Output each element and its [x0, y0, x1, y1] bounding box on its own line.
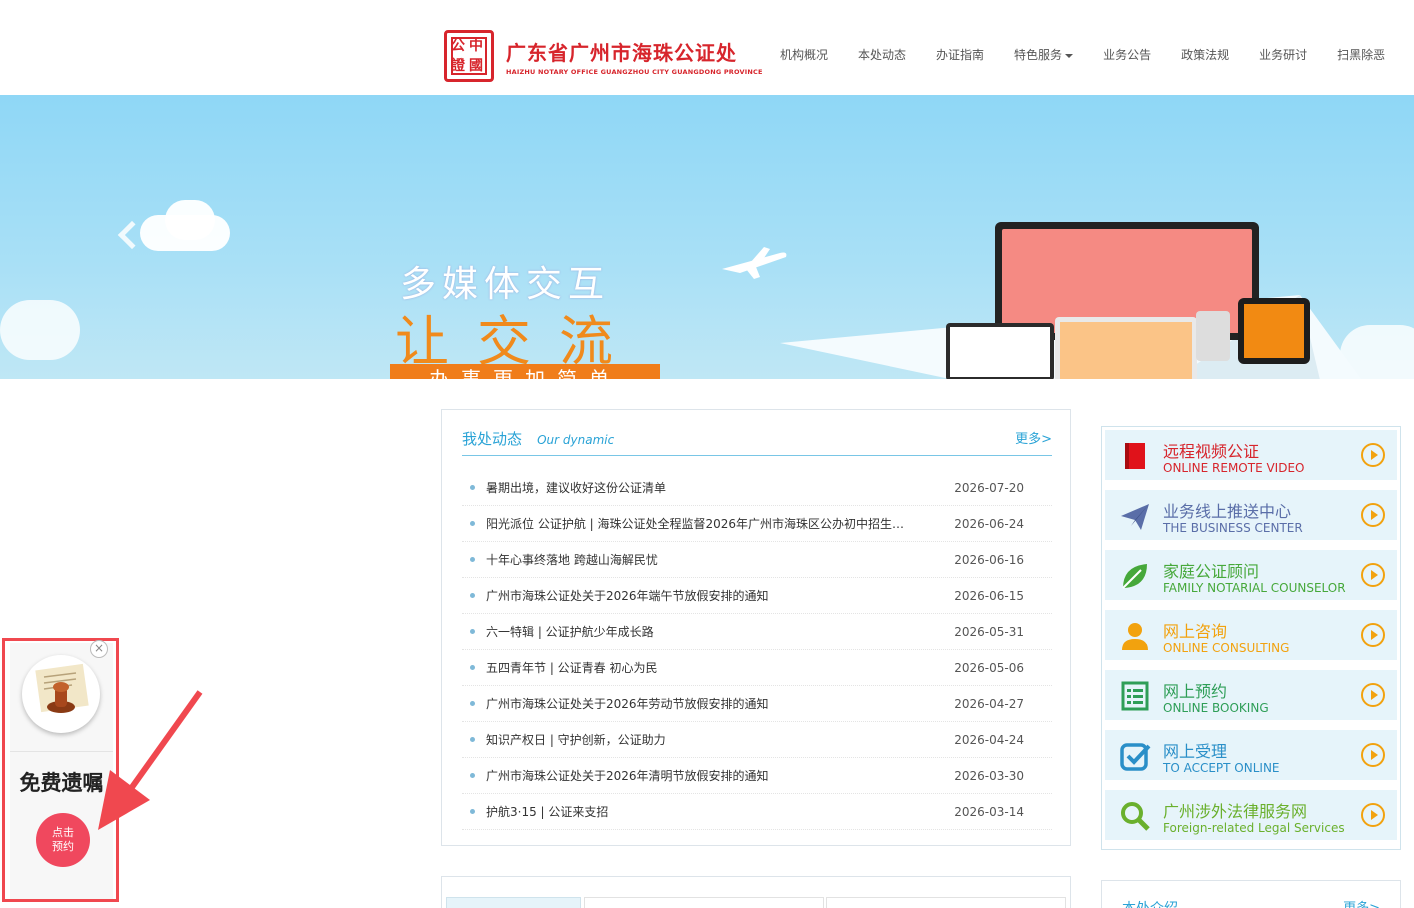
- play-circle-icon: [1361, 563, 1385, 587]
- play-circle-icon: [1361, 503, 1385, 527]
- news-header: 我处动态 Our dynamic 更多>: [462, 428, 1052, 456]
- nav-item-announcements[interactable]: 业务公告: [1103, 46, 1151, 63]
- bullet-icon: [470, 809, 475, 814]
- caret-down-icon: [1065, 53, 1074, 58]
- play-circle-icon: [1361, 743, 1385, 767]
- intro-more-link[interactable]: 更多>: [1343, 897, 1380, 908]
- seal-logo-icon: 中 國 公 證: [444, 30, 494, 82]
- bottom-tab-2[interactable]: [584, 897, 824, 908]
- news-panel: 我处动态 Our dynamic 更多> 暑期出境，建议收好这份公证清单 2026…: [441, 409, 1071, 846]
- close-icon[interactable]: ×: [90, 640, 108, 658]
- intro-panel: 本处介绍 更多>: [1101, 880, 1401, 908]
- will-document-icon: [22, 655, 100, 733]
- news-item[interactable]: 六一特辑 | 公证护航少年成长路 2026-05-31: [462, 614, 1052, 650]
- news-item[interactable]: 护航3·15 | 公证来支招 2026-03-14: [462, 794, 1052, 830]
- main-nav: 机构概况 本处动态 办证指南 特色服务 业务公告 政策法规 业务研讨 扫黑除恶: [780, 46, 1414, 63]
- service-family-counselor[interactable]: 家庭公证顾问 FAMILY NOTARIAL COUNSELOR: [1105, 550, 1397, 600]
- news-subtitle: Our dynamic: [537, 433, 615, 447]
- service-online-consulting[interactable]: 网上咨询 ONLINE CONSULTING: [1105, 610, 1397, 660]
- laptop-graphic: [946, 323, 1054, 379]
- bullet-icon: [470, 665, 475, 670]
- nav-item-research[interactable]: 业务研讨: [1259, 46, 1307, 63]
- nav-item-overview[interactable]: 机构概况: [780, 46, 828, 63]
- book-icon: [1125, 443, 1145, 469]
- logo-title: 广东省广州市海珠公证处: [506, 40, 737, 65]
- site-header: 中 國 公 證 广东省广州市海珠公证处 HAIZHU NOTARY OFFICE…: [0, 0, 1414, 95]
- play-circle-icon: [1361, 443, 1385, 467]
- book-appointment-button[interactable]: 点击 预约: [36, 813, 90, 867]
- news-more-link[interactable]: 更多>: [1015, 428, 1052, 447]
- checkbox-icon: [1120, 743, 1151, 771]
- phone-graphic: [1196, 311, 1230, 361]
- nav-item-guide[interactable]: 办证指南: [936, 46, 984, 63]
- tablet-graphic: [1238, 298, 1310, 364]
- news-item[interactable]: 暑期出境，建议收好这份公证清单 2026-07-20: [462, 470, 1052, 506]
- nav-item-services[interactable]: 特色服务: [1014, 46, 1074, 63]
- intro-title: 本处介绍: [1122, 898, 1178, 908]
- news-list: 暑期出境，建议收好这份公证清单 2026-07-20 阳光派位 公证护航 | 海珠…: [462, 470, 1052, 830]
- news-item[interactable]: 十年心事终落地 跨越山海解民忧 2026-06-16: [462, 542, 1052, 578]
- bullet-icon: [470, 701, 475, 706]
- leaf-icon: [1122, 564, 1147, 589]
- bullet-icon: [470, 737, 475, 742]
- search-icon: [1121, 802, 1150, 831]
- logo-subtitle: HAIZHU NOTARY OFFICE GUANGZHOU CITY GUAN…: [506, 67, 763, 76]
- service-foreign-legal[interactable]: 广州涉外法律服务网 Foreign-related Legal Services: [1105, 790, 1397, 840]
- news-item[interactable]: 广州市海珠公证处关于2026年劳动节放假安排的通知 2026-04-27: [462, 686, 1052, 722]
- play-circle-icon: [1361, 623, 1385, 647]
- banner-tagline: 办事更加简单: [390, 364, 660, 379]
- news-item[interactable]: 五四青年节 | 公证青春 初心为民 2026-05-06: [462, 650, 1052, 686]
- news-item[interactable]: 广州市海珠公证处关于2026年清明节放假安排的通知 2026-03-30: [462, 758, 1052, 794]
- bullet-icon: [470, 521, 475, 526]
- nav-item-policy[interactable]: 政策法规: [1181, 46, 1229, 63]
- play-circle-icon: [1361, 683, 1385, 707]
- service-business-center[interactable]: 业务线上推送中心 THE BUSINESS CENTER: [1105, 490, 1397, 540]
- airplane-icon: [722, 247, 787, 279]
- news-title: 我处动态: [462, 430, 523, 448]
- bullet-icon: [470, 593, 475, 598]
- news-item[interactable]: 广州市海珠公证处关于2026年端午节放假安排的通知 2026-06-15: [462, 578, 1052, 614]
- service-accept-online[interactable]: 网上受理 TO ACCEPT ONLINE: [1105, 730, 1397, 780]
- cloud-decoration: [165, 200, 215, 240]
- service-online-booking[interactable]: 网上预约 ONLINE BOOKING: [1105, 670, 1397, 720]
- news-item[interactable]: 阳光派位 公证护航 | 海珠公证处全程监督2026年广州市海珠区公办初中招生 .…: [462, 506, 1052, 542]
- nav-item-news[interactable]: 本处动态: [858, 46, 906, 63]
- news-item[interactable]: 知识产权日 | 守护创新，公证助力 2026-04-24: [462, 722, 1052, 758]
- service-remote-video[interactable]: 远程视频公证 ONLINE REMOTE VIDEO: [1105, 430, 1397, 480]
- bottom-tabs-panel: [441, 876, 1071, 908]
- bottom-tab-3[interactable]: [826, 897, 1066, 908]
- nav-item-anti-crime[interactable]: 扫黑除恶: [1337, 46, 1385, 63]
- bottom-tab-1[interactable]: [446, 897, 581, 908]
- desktop-graphic: [1055, 317, 1197, 379]
- list-icon: [1121, 681, 1149, 711]
- site-logo[interactable]: 中 國 公 證 广东省广州市海珠公证处 HAIZHU NOTARY OFFICE…: [444, 30, 763, 82]
- bullet-icon: [470, 557, 475, 562]
- user-icon: [1122, 623, 1148, 650]
- arrow-annotation-icon: [98, 690, 203, 830]
- paper-plane-icon: [1121, 504, 1149, 530]
- bullet-icon: [470, 629, 475, 634]
- bullet-icon: [470, 485, 475, 490]
- services-panel: 远程视频公证 ONLINE REMOTE VIDEO 业务线上推送中心 THE …: [1101, 426, 1401, 850]
- play-circle-icon: [1361, 803, 1385, 827]
- bullet-icon: [470, 773, 475, 778]
- hero-banner[interactable]: 多媒体交互 让交流 办事更加简单: [0, 95, 1414, 379]
- cloud-decoration: [0, 300, 80, 360]
